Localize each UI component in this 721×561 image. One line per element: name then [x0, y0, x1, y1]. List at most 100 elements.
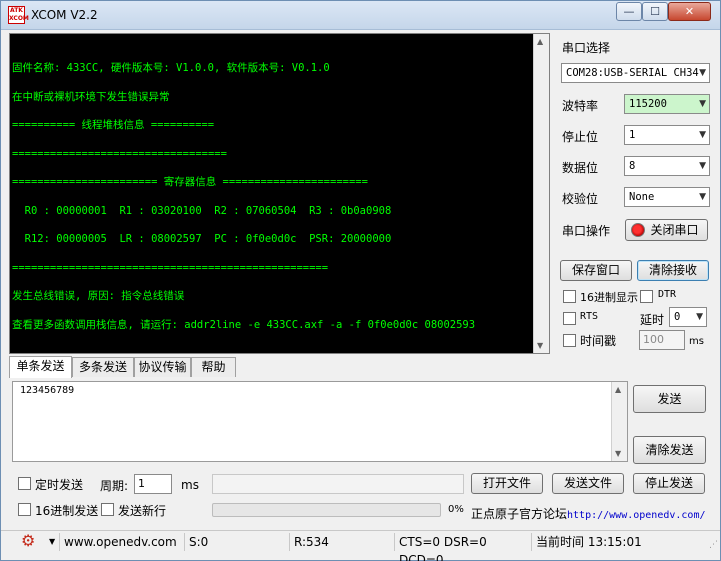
- save-window-button[interactable]: 保存窗口: [560, 260, 632, 281]
- rts-checkbox[interactable]: [563, 312, 576, 325]
- timed-send-label: 定时发送: [35, 478, 84, 492]
- status-time: 当前时间 13:15:01: [531, 533, 681, 551]
- delay-label: 延时: [640, 313, 665, 327]
- scroll-up-icon[interactable]: ▲: [615, 385, 621, 394]
- dtr-checkbox[interactable]: [640, 290, 653, 303]
- terminal-line: 固件名称: 433CC, 硬件版本号: V1.0.0, 软件版本号: V0.1.…: [12, 62, 330, 74]
- status-lines: CTS=0 DSR=0 DCD=0: [394, 533, 530, 561]
- baud-value: 115200: [629, 98, 667, 110]
- tab-help[interactable]: 帮助: [191, 357, 236, 377]
- open-file-button[interactable]: 打开文件: [471, 473, 543, 494]
- rts-label: RTS: [580, 311, 599, 322]
- chevron-down-icon[interactable]: ▼: [49, 533, 55, 551]
- period-input[interactable]: 1: [134, 474, 172, 494]
- terminal-line: 发生总线错误, 原因: 指令总线错误: [12, 290, 185, 302]
- terminal-line: ========================================…: [12, 261, 329, 274]
- timestamp-label: 时间戳: [580, 334, 617, 348]
- close-button[interactable]: ✕: [668, 2, 711, 21]
- timestamp-input[interactable]: 100: [639, 330, 685, 350]
- send-text-value: 123456789: [20, 385, 75, 396]
- send-progress-bar: [212, 503, 441, 517]
- port-select-value: COM28:USB-SERIAL CH34: [566, 67, 699, 79]
- chevron-down-icon: ▼: [699, 161, 706, 171]
- hex-display-label: 16进制显示: [580, 291, 638, 304]
- send-newline-checkbox[interactable]: [101, 503, 114, 516]
- databit-select[interactable]: 8 ▼: [624, 156, 710, 176]
- delay-value: 0: [674, 311, 681, 323]
- parity-value: None: [629, 191, 655, 203]
- parity-select[interactable]: None ▼: [624, 187, 710, 207]
- tab-multi-send[interactable]: 多条发送: [72, 357, 134, 377]
- period-unit: ms: [181, 478, 199, 492]
- send-scrollbar[interactable]: ▲ ▼: [611, 382, 627, 461]
- databit-label: 数据位: [562, 161, 599, 175]
- stopbit-label: 停止位: [562, 130, 599, 144]
- terminal-line: ========== 线程堆栈信息 ==========: [12, 119, 215, 131]
- timestamp-checkbox[interactable]: [563, 334, 576, 347]
- chevron-down-icon: ▼: [699, 130, 706, 140]
- dtr-label: DTR: [658, 289, 677, 300]
- title-bar[interactable]: ATK XCOM XCOM V2.2 — ☐ ✕: [1, 1, 720, 30]
- chevron-down-icon: ▼: [699, 68, 706, 78]
- forum-url[interactable]: http://www.openedv.com/: [567, 510, 705, 521]
- delay-select[interactable]: 0 ▼: [669, 307, 707, 327]
- file-path-input[interactable]: [212, 474, 464, 494]
- forum-link[interactable]: 正点原子官方论坛http://www.openedv.com/: [471, 505, 706, 522]
- scroll-down-icon[interactable]: ▼: [615, 449, 621, 458]
- window-title: XCOM V2.2: [31, 8, 98, 22]
- maximize-button[interactable]: ☐: [642, 2, 668, 21]
- minimize-button[interactable]: —: [616, 2, 642, 21]
- scroll-down-icon[interactable]: ▼: [537, 341, 543, 350]
- period-label: 周期:: [100, 479, 129, 493]
- terminal-line: ======================= 寄存器信息 ==========…: [12, 176, 368, 188]
- resize-grip-icon[interactable]: ⋰: [709, 540, 718, 550]
- status-sent: S:0: [184, 533, 288, 551]
- hex-display-checkbox[interactable]: [563, 290, 576, 303]
- port-select-label: 串口选择: [562, 41, 611, 55]
- terminal-line: 在中断或裸机环境下发生错误异常: [12, 90, 170, 103]
- timestamp-unit: ms: [689, 336, 704, 347]
- baud-select[interactable]: 115200 ▼: [624, 94, 710, 114]
- terminal-output: 固件名称: 433CC, 硬件版本号: V1.0.0, 软件版本号: V0.1.…: [12, 45, 532, 349]
- send-file-button[interactable]: 发送文件: [552, 473, 624, 494]
- close-port-button[interactable]: 关闭串口: [625, 219, 708, 241]
- stopbit-value: 1: [629, 129, 636, 141]
- timed-send-checkbox[interactable]: [18, 477, 31, 490]
- tab-single-send[interactable]: 单条发送: [9, 356, 72, 378]
- gear-icon[interactable]: ⚙: [21, 532, 35, 550]
- port-select[interactable]: COM28:USB-SERIAL CH34 ▼: [561, 63, 710, 83]
- parity-label: 校验位: [562, 192, 599, 206]
- baud-label: 波特率: [562, 99, 599, 113]
- terminal-line: R12: 00000005 LR : 08002597 PC : 0f0e0d0…: [12, 233, 392, 245]
- chevron-down-icon: ▼: [696, 312, 703, 322]
- hex-send-label: 16进制发送: [35, 504, 99, 518]
- forum-text: 正点原子官方论坛: [471, 507, 568, 521]
- terminal-scrollbar[interactable]: ▲ ▼: [533, 34, 549, 353]
- databit-value: 8: [629, 160, 636, 172]
- chevron-down-icon: ▼: [699, 192, 706, 202]
- terminal-line: R0 : 00000001 R1 : 03020100 R2 : 0706050…: [12, 204, 392, 217]
- scroll-up-icon[interactable]: ▲: [537, 37, 543, 46]
- chevron-down-icon: ▼: [699, 99, 706, 109]
- terminal-line: ==================================: [12, 147, 227, 160]
- status-received: R:534: [289, 533, 393, 551]
- send-textarea[interactable]: 123456789 ▲ ▼: [12, 381, 628, 462]
- clear-send-button[interactable]: 清除发送: [633, 436, 706, 464]
- close-port-label: 关闭串口: [650, 223, 699, 237]
- hex-send-checkbox[interactable]: [18, 503, 31, 516]
- xcom-window: ATK XCOM XCOM V2.2 — ☐ ✕ 固件名称: 433CC, 硬件版…: [0, 0, 721, 561]
- status-bar: ⚙ ▼ www.openedv.com S:0 R:534 CTS=0 DSR=…: [1, 530, 720, 561]
- send-button[interactable]: 发送: [633, 385, 706, 413]
- stop-send-button[interactable]: 停止发送: [633, 473, 705, 494]
- app-logo-icon: ATK XCOM: [8, 6, 29, 24]
- stopbit-select[interactable]: 1 ▼: [624, 125, 710, 145]
- terminal-line: 查看更多函数调用栈信息, 请运行: addr2line -e 433CC.axf…: [12, 318, 476, 331]
- progress-percent: 0%: [448, 504, 464, 515]
- clear-receive-button[interactable]: 清除接收: [637, 260, 709, 281]
- port-status-icon: [631, 223, 645, 237]
- tab-protocol[interactable]: 协议传输: [134, 357, 191, 377]
- receive-terminal[interactable]: 固件名称: 433CC, 硬件版本号: V1.0.0, 软件版本号: V0.1.…: [9, 33, 550, 354]
- status-website[interactable]: www.openedv.com: [59, 533, 183, 551]
- send-newline-label: 发送新行: [118, 504, 167, 518]
- port-op-label: 串口操作: [562, 224, 611, 238]
